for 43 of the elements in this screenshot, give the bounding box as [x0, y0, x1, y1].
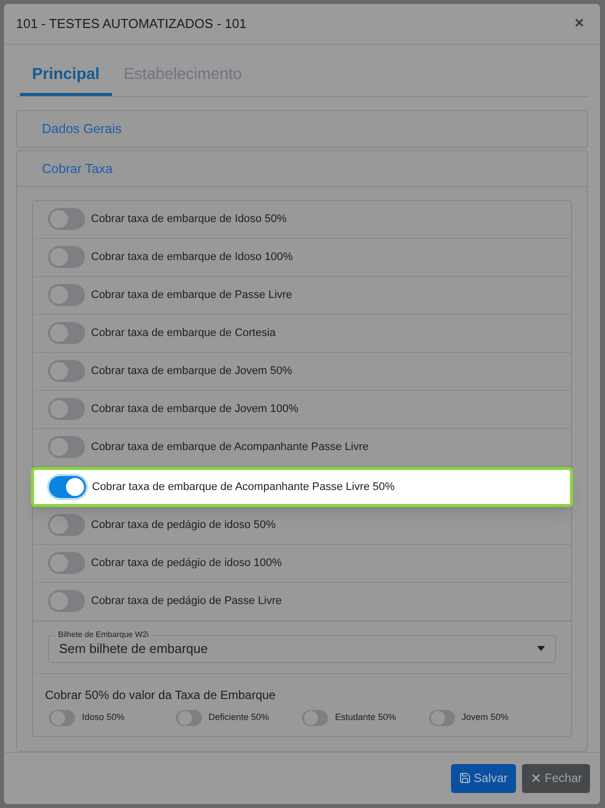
toggle-label: Estudante 50%	[335, 711, 396, 724]
toggle-label: Cobrar taxa de embarque de Idoso 100%	[91, 250, 293, 266]
toggle-switch[interactable]	[48, 552, 85, 574]
toggle-label: Cobrar taxa de embarque de Acompanhante Passe Livre	[91, 440, 369, 456]
accordion-header[interactable]: Dados Gerais	[17, 110, 587, 147]
toggle-switch[interactable]	[49, 476, 86, 498]
toggle-label: Cobrar taxa de pedágio de idoso 100%	[91, 556, 282, 572]
field-label: Bilhete de Embarque W2i	[56, 630, 151, 640]
section-heading: Cobrar 50% do valor da Taxa de Embarque	[45, 686, 277, 704]
toggle-switch[interactable]	[48, 360, 85, 382]
toggle-switch[interactable]	[428, 710, 454, 726]
toggle-label: Cobrar taxa de embarque de Jovem 100%	[91, 402, 298, 418]
caret-icon	[537, 646, 545, 652]
toggle-label: Cobrar taxa de embarque de Idoso 50%	[91, 212, 287, 228]
toggle-switch[interactable]	[176, 710, 202, 726]
toggle-switch[interactable]	[48, 590, 85, 612]
toggle-switch[interactable]	[48, 322, 85, 344]
toggle-label: Idoso 50%	[82, 711, 125, 724]
save-button[interactable]: Salvar	[450, 764, 516, 793]
close-button[interactable]: ×	[570, 12, 588, 36]
toggle-label: Cobrar taxa de embarque de Acompanhante Passe Livre 50%	[92, 480, 395, 495]
toggle-label: Deficiente 50%	[208, 711, 270, 724]
toggle-label: Cobrar taxa de embarque de Passe Livre	[91, 288, 292, 304]
toggle-label: Jovem 50%	[462, 711, 509, 724]
toggle-switch[interactable]	[48, 436, 85, 458]
toggle-label: Cobrar taxa de embarque de Cortesia	[91, 326, 276, 342]
toggle-label: Cobrar taxa de pedágio de Passe Livre	[91, 594, 282, 610]
toggle-label: Cobrar taxa de embarque de Jovem 50%	[91, 364, 292, 380]
toggle-switch[interactable]	[49, 710, 75, 726]
toggle-switch[interactable]	[48, 246, 85, 268]
window-title: 101 - TESTES AUTOMATIZADOS - 101	[16, 15, 246, 34]
accordion-header[interactable]: Cobrar Taxa	[17, 150, 587, 187]
tab[interactable]: Principal	[20, 62, 112, 96]
toggle-switch[interactable]	[48, 398, 85, 420]
toggle-switch[interactable]	[48, 284, 85, 306]
toggle-switch[interactable]	[302, 710, 328, 726]
toggle-switch[interactable]	[48, 208, 85, 230]
toggle-switch[interactable]	[48, 514, 85, 536]
select-value: Sem bilhete de embarque	[59, 640, 208, 658]
save-icon	[458, 772, 471, 784]
toggle-label: Cobrar taxa de pedágio de idoso 50%	[91, 518, 276, 534]
close-button[interactable]: Fechar	[522, 764, 590, 793]
close-icon	[530, 772, 542, 784]
